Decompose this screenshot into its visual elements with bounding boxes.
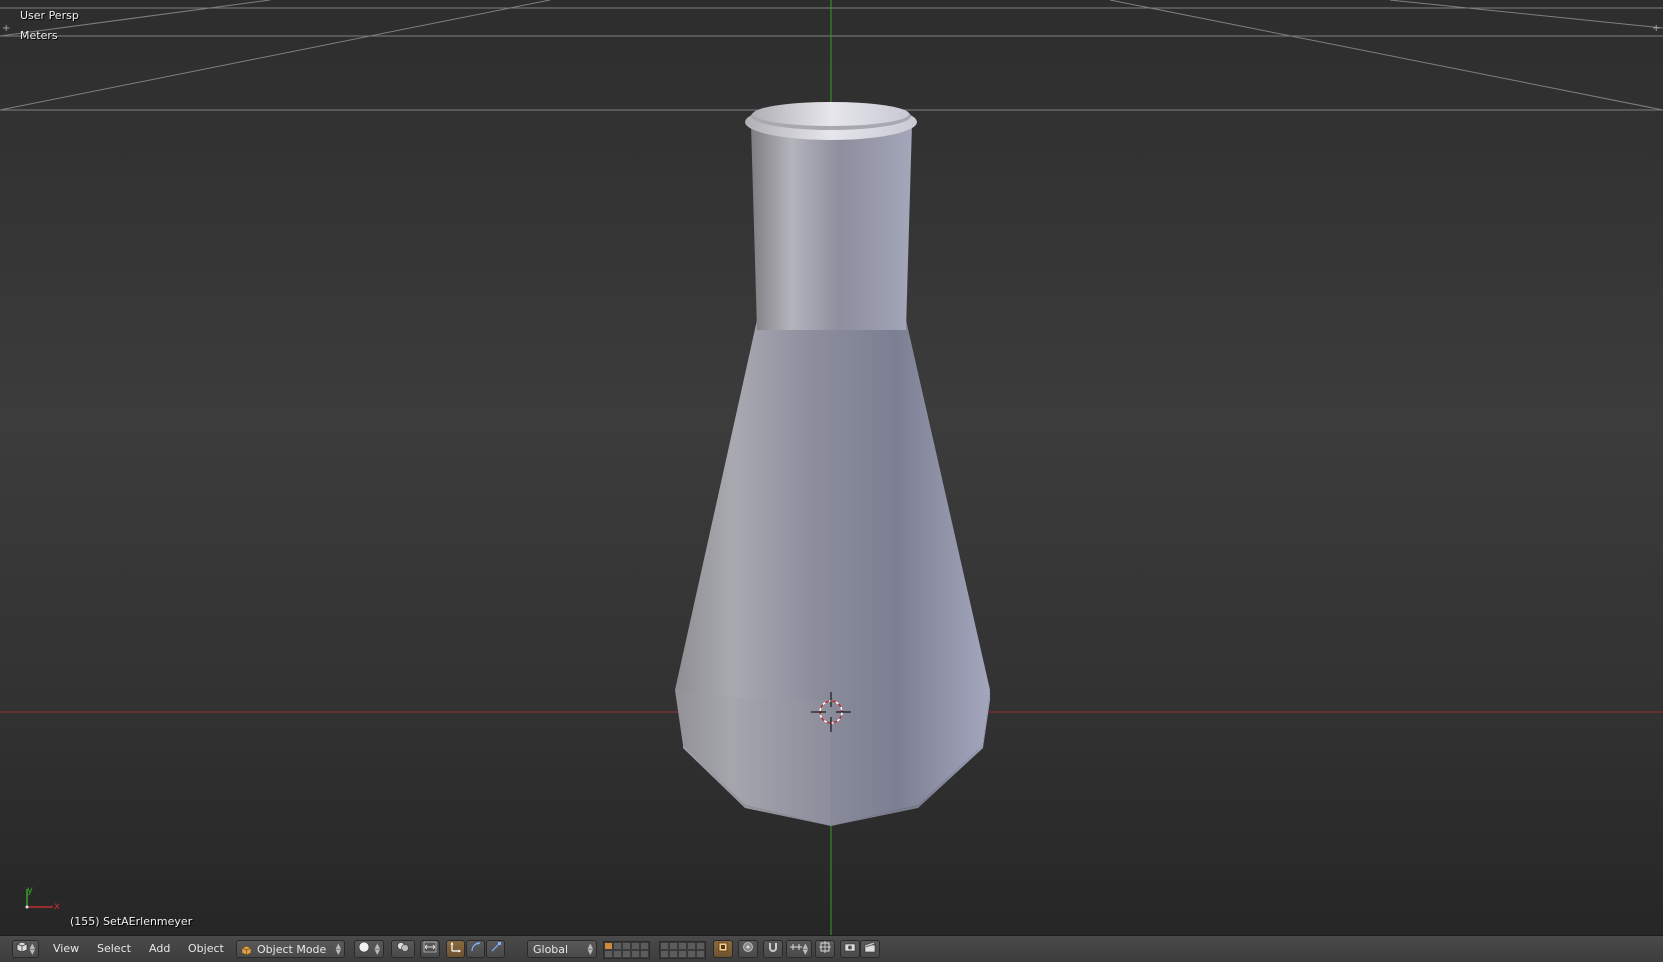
layer-9[interactable] <box>687 942 696 950</box>
editor-type-button[interactable]: ▲ ▼ <box>12 940 39 958</box>
axis-gizmo-y-label: y <box>27 885 33 896</box>
layer-2[interactable] <box>613 942 622 950</box>
layer-17[interactable] <box>669 950 678 958</box>
proportional-edit-button[interactable] <box>738 940 758 958</box>
menu-add[interactable]: Add <box>147 940 172 958</box>
layer-13[interactable] <box>622 950 631 958</box>
mode-selector[interactable]: Object Mode ▲ ▼ <box>236 940 345 958</box>
orientation-label: Global <box>533 943 569 956</box>
layer-5[interactable] <box>640 942 649 950</box>
viewport-shading-button[interactable]: ▲ ▼ <box>354 940 384 958</box>
pivot-icon <box>396 942 410 956</box>
menu-select[interactable]: Select <box>95 940 133 958</box>
menu-view[interactable]: View <box>51 940 81 958</box>
mode-label: Object Mode <box>257 943 327 956</box>
chevron-updown-icon: ▲ ▼ <box>335 942 341 956</box>
layer-1[interactable] <box>604 942 613 950</box>
snap-toggle-button[interactable] <box>763 940 783 958</box>
cube-icon <box>241 944 252 962</box>
layer-20[interactable] <box>696 950 705 958</box>
manipulator-toggle-button[interactable] <box>420 940 440 958</box>
lock-layers-icon <box>717 942 729 956</box>
axis-gizmo-x-label: x <box>54 901 60 912</box>
chevron-updown-icon: ▲ ▼ <box>802 942 808 956</box>
solid-sphere-icon <box>358 941 370 956</box>
layer-7[interactable] <box>669 942 678 950</box>
snap-element-icon <box>789 943 803 956</box>
viewport-scene[interactable]: y x + + <box>0 0 1663 935</box>
units-label: Meters <box>20 29 58 42</box>
render-opengl-button[interactable] <box>840 940 860 958</box>
layer-3[interactable] <box>622 942 631 950</box>
snap-element-button[interactable]: ▲ ▼ <box>786 940 812 958</box>
layer-grid-1[interactable] <box>603 941 650 959</box>
layer-18[interactable] <box>678 950 687 958</box>
pivot-point-button[interactable] <box>391 940 415 958</box>
menu-object[interactable]: Object <box>186 940 226 958</box>
layer-grid-2[interactable] <box>659 941 706 959</box>
chevron-updown-icon: ▲ ▼ <box>374 942 380 956</box>
layer-8[interactable] <box>678 942 687 950</box>
clapper-icon <box>864 941 876 956</box>
layer-11[interactable] <box>604 950 613 958</box>
active-object-label: (155) SetAErlenmeyer <box>70 915 193 928</box>
3d-viewport[interactable]: y x + + User Persp Meters (155) SetAErle… <box>0 0 1663 935</box>
3d-view-icon <box>16 941 28 956</box>
region-plus-left: + <box>2 23 10 34</box>
lock-layers-button[interactable] <box>713 940 733 958</box>
layer-16[interactable] <box>660 950 669 958</box>
rotate-manipulator-button[interactable] <box>466 940 485 958</box>
view-name-label: User Persp <box>20 9 79 22</box>
scale-icon <box>490 942 502 956</box>
3d-view-header: ▲ ▼ View Select Add Object Object Mode ▲ ▼… <box>0 935 1663 962</box>
layer-6[interactable] <box>660 942 669 950</box>
layer-14[interactable] <box>631 950 640 958</box>
scale-manipulator-button[interactable] <box>486 940 505 958</box>
translate-icon <box>450 942 462 956</box>
magnet-icon <box>767 943 779 956</box>
snap-target-button[interactable] <box>815 940 835 958</box>
rotate-icon <box>470 942 482 956</box>
layer-10[interactable] <box>696 942 705 950</box>
layer-15[interactable] <box>640 950 649 958</box>
region-plus-right: + <box>1652 23 1660 34</box>
chevron-updown-icon: ▲ ▼ <box>587 942 593 956</box>
transform-orientation-selector[interactable]: Global ▲ ▼ <box>527 940 597 958</box>
proportional-edit-icon <box>742 942 754 956</box>
flask-mesh <box>675 102 990 826</box>
layer-4[interactable] <box>631 942 640 950</box>
render-animation-button[interactable] <box>860 940 880 958</box>
chevron-updown-icon: ▲ ▼ <box>29 942 35 956</box>
layer-12[interactable] <box>613 950 622 958</box>
camera-icon <box>844 943 856 956</box>
snap-target-icon <box>819 941 831 956</box>
translate-manipulator-button[interactable] <box>446 940 465 958</box>
layer-19[interactable] <box>687 950 696 958</box>
manipulator-toggle-icon <box>423 941 437 956</box>
